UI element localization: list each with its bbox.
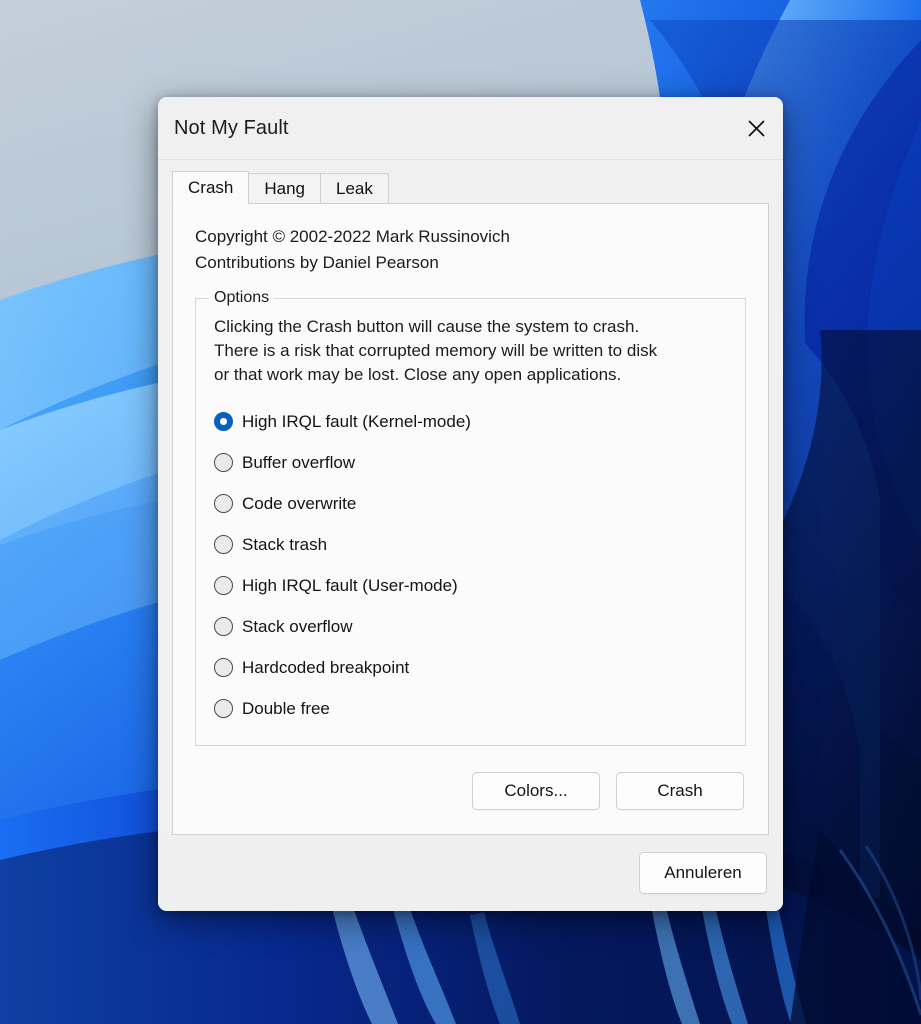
tab-panel-crash: Copyright © 2002-2022 Mark Russinovich C…: [172, 203, 769, 835]
tab-crash[interactable]: Crash: [172, 171, 250, 204]
radio-label: Code overwrite: [242, 493, 357, 513]
radio-high-irql-kernel-mode[interactable]: High IRQL fault (Kernel-mode): [214, 401, 727, 442]
radio-double-free[interactable]: Double free: [214, 688, 727, 729]
options-group-legend: Options: [209, 289, 275, 307]
radio-indicator-icon: [214, 494, 233, 513]
radio-label: High IRQL fault (Kernel-mode): [242, 411, 471, 431]
options-description-line-2: There is a risk that corrupted memory wi…: [214, 341, 658, 360]
cancel-button[interactable]: Annuleren: [639, 852, 767, 894]
dialog-title: Not My Fault: [174, 116, 289, 139]
radio-high-irql-user-mode[interactable]: High IRQL fault (User-mode): [214, 565, 727, 606]
copyright-line-1: Copyright © 2002-2022 Mark Russinovich: [195, 227, 510, 246]
radio-indicator-icon: [214, 658, 233, 677]
dialog-client-area: Crash Hang Leak Copyright © 2002-2022 Ma…: [158, 160, 783, 911]
radio-hardcoded-breakpoint[interactable]: Hardcoded breakpoint: [214, 647, 727, 688]
copyright-line-2: Contributions by Daniel Pearson: [195, 253, 439, 272]
radio-indicator-icon: [214, 617, 233, 636]
tab-strip: Crash Hang Leak: [172, 171, 783, 204]
radio-code-overwrite[interactable]: Code overwrite: [214, 483, 727, 524]
radio-label: Buffer overflow: [242, 452, 356, 472]
options-group-box: Options Clicking the Crash button will c…: [195, 289, 746, 746]
panel-button-row: Colors... Crash: [195, 772, 746, 810]
radio-stack-overflow[interactable]: Stack overflow: [214, 606, 727, 647]
colors-button-label: Colors...: [504, 781, 568, 800]
radio-indicator-icon: [214, 412, 233, 431]
radio-label: Stack trash: [242, 534, 328, 554]
radio-buffer-overflow[interactable]: Buffer overflow: [214, 442, 727, 483]
crash-button-label: Crash: [657, 781, 703, 800]
options-description-line-3: or that work may be lost. Close any open…: [214, 365, 622, 384]
tab-leak[interactable]: Leak: [320, 173, 389, 204]
radio-label: Hardcoded breakpoint: [242, 657, 410, 677]
options-description-line-1: Clicking the Crash button will cause the…: [214, 317, 640, 336]
close-icon: [747, 119, 766, 138]
tab-hang-label: Hang: [264, 178, 305, 198]
crash-button[interactable]: Crash: [616, 772, 744, 810]
close-button[interactable]: [729, 97, 783, 159]
dialog-titlebar: Not My Fault: [158, 97, 783, 160]
dialog-footer: Annuleren: [158, 835, 783, 911]
radio-indicator-icon: [214, 576, 233, 595]
radio-label: Stack overflow: [242, 616, 353, 636]
radio-indicator-icon: [214, 453, 233, 472]
radio-indicator-icon: [214, 535, 233, 554]
crash-type-radio-group: High IRQL fault (Kernel-mode) Buffer ove…: [214, 401, 727, 729]
radio-label: Double free: [242, 698, 330, 718]
radio-label: High IRQL fault (User-mode): [242, 575, 458, 595]
cancel-button-label: Annuleren: [664, 863, 742, 882]
radio-stack-trash[interactable]: Stack trash: [214, 524, 727, 565]
tab-hang[interactable]: Hang: [248, 173, 321, 204]
not-my-fault-dialog: Not My Fault Crash Hang Leak Copyright ©…: [158, 97, 783, 911]
radio-indicator-icon: [214, 699, 233, 718]
colors-button[interactable]: Colors...: [472, 772, 600, 810]
tab-crash-label: Crash: [188, 177, 234, 197]
desktop: Not My Fault Crash Hang Leak Copyright ©…: [0, 0, 921, 1024]
tab-leak-label: Leak: [336, 178, 373, 198]
